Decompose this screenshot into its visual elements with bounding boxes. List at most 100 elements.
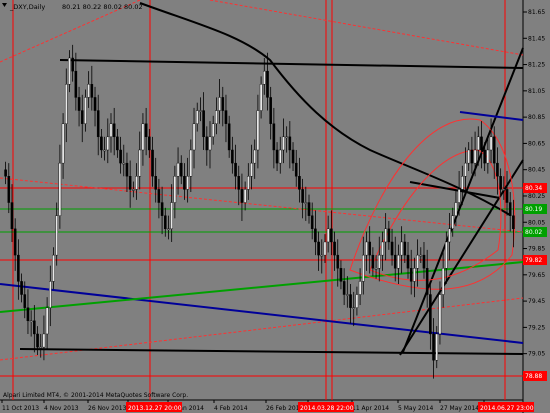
candle-body — [148, 136, 151, 151]
candle-body — [80, 110, 84, 124]
candle-body — [409, 268, 413, 282]
candle-body — [480, 136, 483, 151]
candle-body — [422, 254, 426, 269]
candle-body — [496, 162, 499, 177]
time-tag-label: 2014.03.28 22:00 — [300, 405, 354, 412]
y-tick-label: 79.25 — [528, 324, 545, 331]
candle-body — [74, 70, 78, 98]
candle-body — [4, 169, 7, 177]
candle-body — [183, 176, 186, 190]
copyright-text: Alpari Limited MT4, © 2001-2014 MetaQuot… — [3, 392, 188, 399]
candle-body — [342, 281, 346, 295]
chart-window[interactable]: 81.65 81.45 81.25 81.05 80.85 80.65 80.45 80.25… — [0, 0, 550, 413]
candle-body — [109, 123, 113, 138]
candle-body — [317, 241, 320, 256]
candle-body — [237, 176, 241, 190]
candle-body — [96, 110, 100, 138]
candle-body — [304, 202, 308, 204]
candle-body — [282, 136, 285, 151]
candle-body — [253, 149, 257, 164]
candle-body — [387, 228, 391, 243]
candle-body — [365, 241, 368, 256]
candle-body — [84, 97, 87, 124]
y-tick-label: 79.65 — [528, 272, 545, 279]
candle-body — [454, 202, 458, 216]
candle-body — [320, 254, 324, 257]
candle-body — [425, 268, 429, 295]
candle-body — [90, 84, 94, 98]
x-tick-label: 27 May 2014 — [440, 405, 479, 412]
candle-body — [208, 136, 212, 151]
price-tag-label: 80.02 — [525, 229, 542, 236]
candle-body — [457, 189, 461, 203]
y-tick-label: 79.85 — [528, 246, 545, 253]
candle-body — [227, 123, 231, 151]
candle-body — [403, 241, 407, 256]
candle-body — [61, 123, 65, 164]
candle-body — [45, 307, 49, 335]
candle-body — [346, 294, 349, 296]
y-tick-label: 81.45 — [528, 35, 545, 42]
candle-body — [141, 123, 145, 151]
candle-body — [68, 57, 71, 85]
candle-body — [381, 241, 384, 256]
y-tick-label: 80.05 — [528, 219, 545, 226]
candle-body — [128, 176, 132, 190]
candle-body — [33, 320, 36, 335]
price-tag-label: 80.19 — [525, 206, 542, 213]
candle-body — [100, 136, 103, 151]
candle-body — [492, 136, 496, 164]
candle-body — [160, 202, 164, 216]
candle-body — [333, 241, 336, 256]
candle-body — [259, 84, 263, 111]
candle-body — [52, 254, 55, 282]
candle-body — [116, 136, 119, 151]
y-tick-label: 80.65 — [528, 140, 545, 147]
candle-body — [256, 110, 260, 151]
ohlc-readout: 80.21 80.22 80.02 80.02 — [62, 3, 143, 11]
candle-body — [438, 294, 442, 335]
candle-body — [173, 176, 177, 203]
candle-body — [326, 228, 330, 243]
candle-body — [339, 268, 343, 282]
candle-body — [189, 149, 193, 177]
candle-body — [486, 149, 490, 164]
candle-body — [323, 241, 327, 256]
candle-body — [269, 97, 272, 124]
y-tick-label: 81.65 — [528, 9, 545, 16]
candle-body — [272, 123, 276, 151]
candle-body — [349, 294, 352, 308]
candle-body — [429, 294, 432, 335]
y-tick-label: 80.25 — [528, 193, 545, 200]
candle-body — [368, 241, 371, 256]
candle-body — [330, 228, 333, 243]
candle-body — [179, 162, 183, 177]
candle-body — [390, 241, 394, 256]
candle-body — [151, 149, 154, 177]
price-tag-label: 80.34 — [525, 185, 542, 192]
candle-body — [195, 110, 199, 124]
y-tick-label: 79.45 — [528, 298, 545, 305]
candle-body — [17, 254, 20, 282]
price-chart[interactable]: 81.65 81.45 81.25 81.05 80.85 80.65 80.45 80.25… — [0, 0, 550, 413]
price-tag-label: 78.88 — [525, 373, 542, 380]
candle-body — [49, 281, 52, 308]
chart-header: _DXY,Daily 80.21 80.22 80.02 80.02 — [2, 3, 143, 11]
candle-body — [464, 162, 467, 177]
candle-body — [234, 162, 237, 177]
candle-body — [502, 189, 506, 191]
candle-body — [157, 189, 161, 203]
time-tag-label: 2013.12.27 20:00 — [128, 405, 182, 412]
candle-body — [144, 123, 148, 138]
candle-body — [473, 149, 477, 164]
candle-body — [186, 176, 189, 190]
candle-body — [154, 176, 158, 190]
candle-body — [247, 176, 250, 190]
candle-body — [291, 149, 295, 164]
candle-body — [64, 84, 68, 124]
candle-body — [419, 254, 423, 257]
candle-body — [138, 149, 142, 177]
candle-body — [400, 241, 403, 256]
candle-body — [470, 149, 474, 164]
candle-body — [476, 136, 480, 151]
